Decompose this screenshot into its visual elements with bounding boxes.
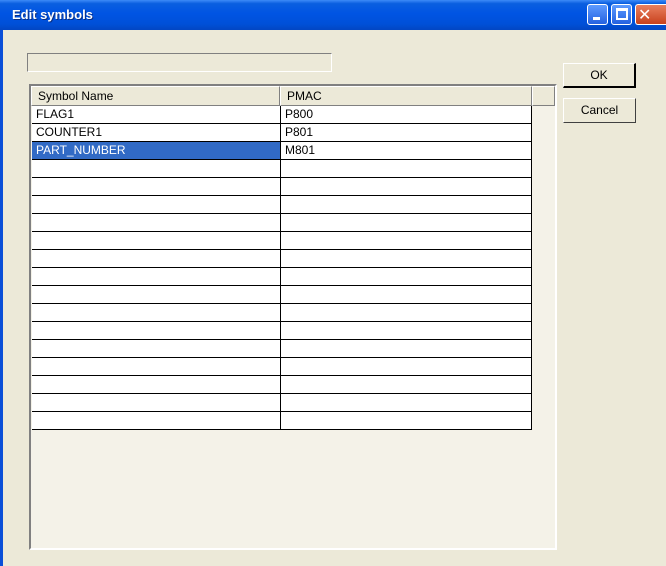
- pmac-cell[interactable]: [281, 376, 532, 393]
- table-row[interactable]: [32, 340, 532, 358]
- maximize-button[interactable]: [611, 4, 632, 25]
- pmac-cell[interactable]: P800: [281, 106, 532, 123]
- symbol-name-cell[interactable]: [32, 286, 281, 303]
- table-row[interactable]: [32, 358, 532, 376]
- window-border: [0, 30, 3, 566]
- symbol-name-cell[interactable]: [32, 160, 281, 177]
- pmac-cell[interactable]: M801: [281, 142, 532, 159]
- table-row[interactable]: [32, 196, 532, 214]
- table-row[interactable]: [32, 304, 532, 322]
- table-row[interactable]: [32, 376, 532, 394]
- symbol-name-cell[interactable]: [32, 340, 281, 357]
- pmac-cell[interactable]: [281, 250, 532, 267]
- symbol-name-cell[interactable]: [32, 376, 281, 393]
- status-field: [27, 53, 332, 72]
- pmac-cell[interactable]: [281, 322, 532, 339]
- pmac-cell[interactable]: P801: [281, 124, 532, 141]
- minimize-icon: [593, 17, 600, 20]
- table-row[interactable]: [32, 394, 532, 412]
- pmac-cell[interactable]: [281, 340, 532, 357]
- symbol-name-cell[interactable]: [32, 412, 281, 429]
- cancel-button[interactable]: Cancel: [563, 98, 636, 123]
- pmac-cell[interactable]: [281, 358, 532, 375]
- close-icon: ✕: [638, 5, 652, 24]
- pmac-cell[interactable]: [281, 304, 532, 321]
- pmac-cell[interactable]: [281, 412, 532, 429]
- table-row[interactable]: [32, 412, 532, 430]
- edit-symbols-dialog: Edit symbols ✕ OK Cancel Symbol Name PMA…: [0, 0, 666, 566]
- symbol-name-cell[interactable]: [32, 196, 281, 213]
- symbol-name-cell[interactable]: [32, 214, 281, 231]
- table-row[interactable]: COUNTER1 P801: [32, 124, 532, 142]
- pmac-cell[interactable]: [281, 160, 532, 177]
- pmac-cell[interactable]: [281, 214, 532, 231]
- symbol-name-cell[interactable]: [32, 358, 281, 375]
- symbol-name-cell[interactable]: [32, 250, 281, 267]
- symbol-name-cell[interactable]: [32, 232, 281, 249]
- table-row[interactable]: [32, 250, 532, 268]
- window-title: Edit symbols: [12, 7, 93, 22]
- grid-rows: FLAG1 P800 COUNTER1 P801 PART_NUMBER M801: [32, 106, 532, 430]
- table-row[interactable]: [32, 160, 532, 178]
- symbol-name-cell[interactable]: COUNTER1: [32, 124, 281, 141]
- symbol-name-cell[interactable]: [32, 304, 281, 321]
- table-row[interactable]: [32, 286, 532, 304]
- pmac-cell[interactable]: [281, 232, 532, 249]
- symbol-name-cell[interactable]: [32, 322, 281, 339]
- title-bar[interactable]: Edit symbols ✕: [0, 0, 666, 30]
- symbol-name-cell[interactable]: FLAG1: [32, 106, 281, 123]
- pmac-cell[interactable]: [281, 286, 532, 303]
- table-row[interactable]: PART_NUMBER M801: [32, 142, 532, 160]
- table-row[interactable]: [32, 214, 532, 232]
- column-header-symbol-name[interactable]: Symbol Name: [31, 86, 280, 106]
- table-row[interactable]: FLAG1 P800: [32, 106, 532, 124]
- maximize-icon: [616, 8, 628, 20]
- close-button[interactable]: ✕: [635, 4, 666, 25]
- table-row[interactable]: [32, 268, 532, 286]
- pmac-cell[interactable]: [281, 394, 532, 411]
- pmac-cell[interactable]: [281, 178, 532, 195]
- symbols-grid[interactable]: Symbol Name PMAC FLAG1 P800 COUNTER1 P801 PA…: [29, 84, 557, 550]
- column-header-blank: [532, 86, 555, 106]
- ok-button[interactable]: OK: [563, 63, 636, 88]
- pmac-cell[interactable]: [281, 268, 532, 285]
- symbol-name-cell[interactable]: PART_NUMBER: [32, 142, 281, 159]
- pmac-cell[interactable]: [281, 196, 532, 213]
- table-row[interactable]: [32, 322, 532, 340]
- symbol-name-cell[interactable]: [32, 394, 281, 411]
- table-row[interactable]: [32, 232, 532, 250]
- table-row[interactable]: [32, 178, 532, 196]
- symbol-name-cell[interactable]: [32, 268, 281, 285]
- symbol-name-cell[interactable]: [32, 178, 281, 195]
- column-header-pmac[interactable]: PMAC: [280, 86, 532, 106]
- minimize-button[interactable]: [587, 4, 608, 25]
